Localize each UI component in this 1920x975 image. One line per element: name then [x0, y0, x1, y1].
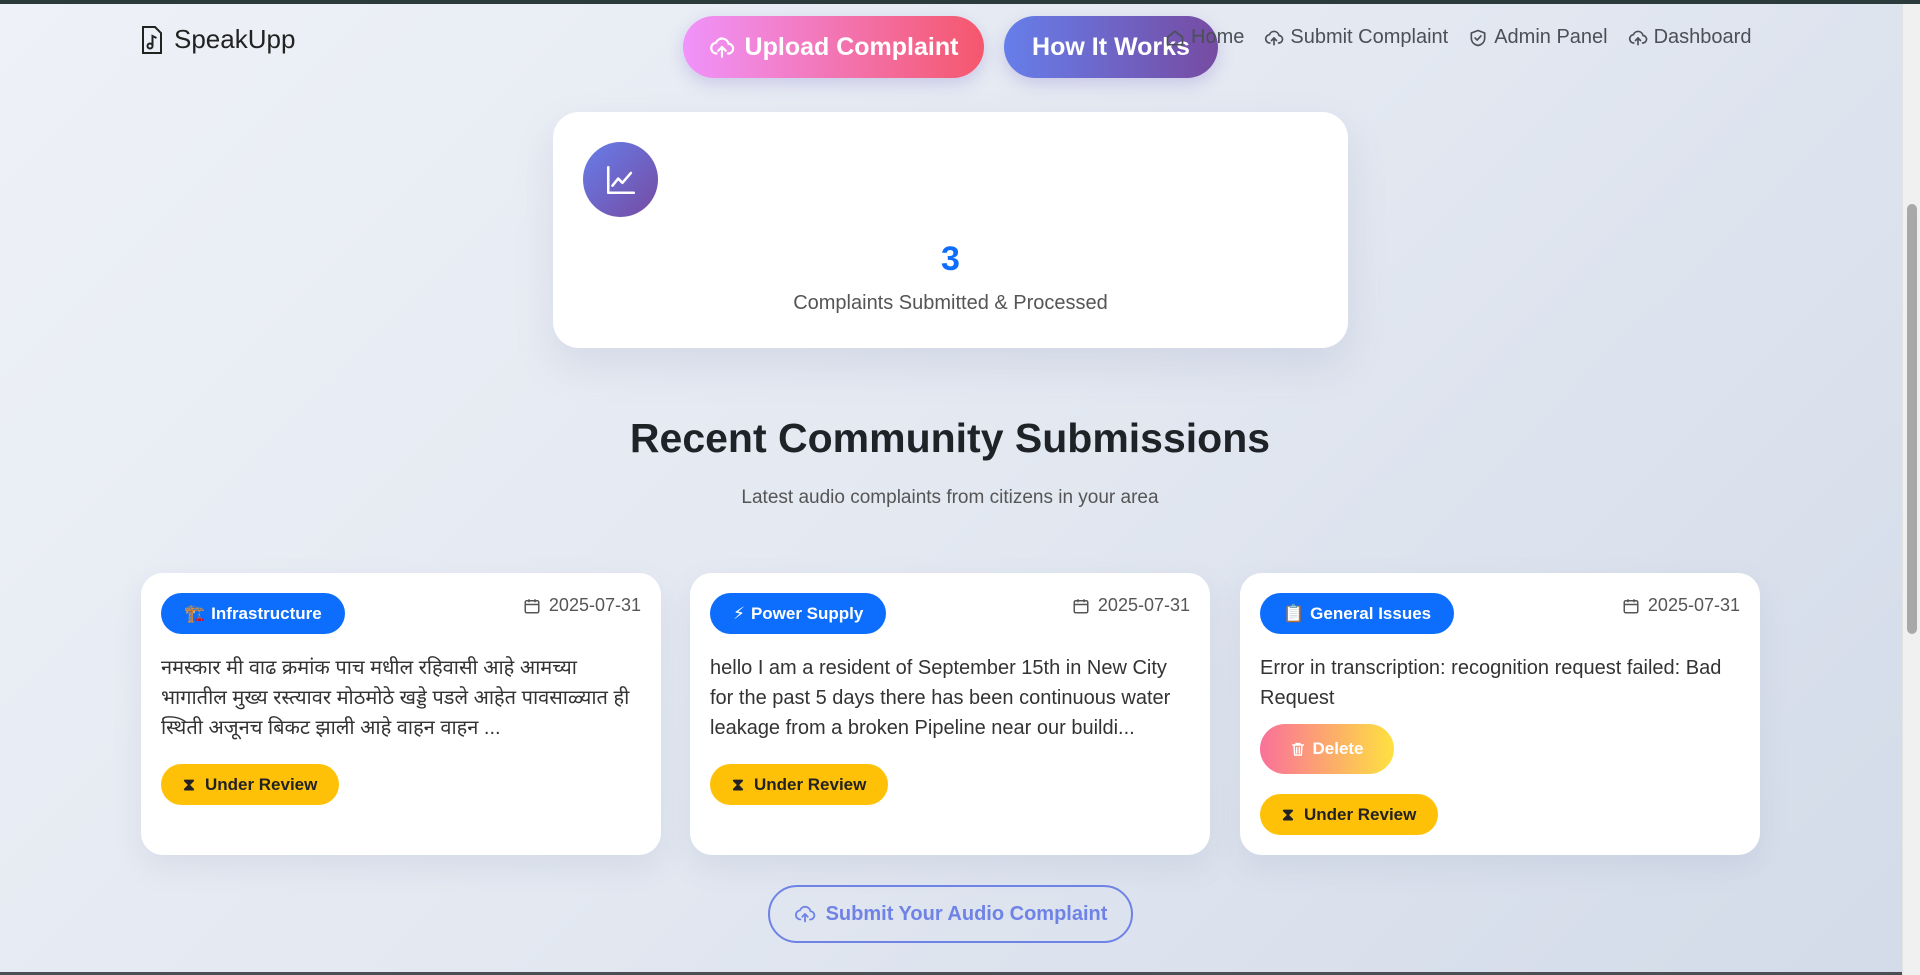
brand-name: SpeakUpp — [174, 24, 296, 54]
hourglass-icon: ⧗ — [732, 774, 744, 794]
delete-button[interactable]: Delete — [1260, 724, 1394, 774]
music-file-icon — [142, 25, 162, 54]
status-badge: ⧗ Under Review — [1260, 794, 1439, 835]
submit-audio-complaint-button[interactable]: Submit Your Audio Complaint — [768, 885, 1133, 943]
submission-date: 2025-07-31 — [1072, 595, 1190, 616]
scrollbar-thumb[interactable] — [1907, 204, 1917, 634]
nav-item-label: Admin Panel — [1494, 26, 1608, 48]
cloud-upload-icon — [1628, 30, 1647, 46]
date-text: 2025-07-31 — [1647, 595, 1740, 615]
clipboard-icon: 📋 — [1283, 603, 1305, 623]
cloud-upload-icon — [709, 37, 734, 58]
status-badge: ⧗ Under Review — [710, 764, 889, 805]
complaint-transcript: hello I am a resident of September 15th … — [710, 657, 1171, 739]
complaint-transcript: नमस्कार मी वाढ क्रमांक पाच मधील रहिवासी … — [161, 657, 630, 739]
category-label: General Issues — [1310, 603, 1432, 623]
submission-card[interactable]: 📋 General Issues 2025-07-31 Error in tra… — [1240, 573, 1760, 855]
submit-audio-complaint-label: Submit Your Audio Complaint — [825, 902, 1108, 925]
calendar-icon — [1073, 598, 1089, 613]
nav-item-label: Home — [1191, 26, 1245, 48]
complaints-count: 3 — [941, 240, 960, 278]
status-badge: ⧗ Under Review — [161, 764, 340, 805]
nav-item-label: Dashboard — [1653, 26, 1752, 48]
hourglass-icon: ⧗ — [183, 774, 195, 794]
brand-logo[interactable]: SpeakUpp — [140, 24, 295, 55]
status-label: Under Review — [1303, 804, 1417, 824]
complaints-count-label: Complaints Submitted & Processed — [793, 292, 1108, 314]
stats-card: 3 Complaints Submitted & Processed — [553, 112, 1348, 348]
upload-complaint-button[interactable]: Upload Complaint — [683, 16, 984, 78]
calendar-icon — [1623, 598, 1639, 613]
construction-icon: 🏗️ — [184, 603, 206, 623]
category-badge: 🏗️ Infrastructure — [161, 593, 345, 634]
hourglass-icon: ⧗ — [1282, 804, 1294, 824]
main-nav: Home Submit Complaint Admin Panel Dashbo… — [1165, 26, 1771, 49]
shield-check-icon — [1470, 29, 1486, 46]
category-label: Power Supply — [750, 603, 864, 623]
page-scrollbar[interactable] — [1902, 4, 1920, 975]
section-title: Recent Community Submissions — [629, 415, 1271, 461]
trash-icon — [1292, 742, 1305, 756]
stats-icon-circle — [583, 142, 658, 217]
window-top-border — [0, 0, 1920, 4]
date-text: 2025-07-31 — [548, 595, 641, 615]
nav-item-admin-panel[interactable]: Admin Panel — [1468, 26, 1608, 49]
lightning-icon: ⚡ — [733, 603, 745, 623]
home-icon — [1166, 30, 1184, 46]
section-subtitle: Latest audio complaints from citizens in… — [741, 487, 1159, 508]
status-label: Under Review — [753, 774, 867, 794]
delete-label: Delete — [1312, 739, 1364, 758]
complaint-transcript: Error in transcription: recognition requ… — [1260, 657, 1722, 709]
nav-item-home[interactable]: Home — [1165, 26, 1244, 49]
submission-date: 2025-07-31 — [1622, 595, 1740, 616]
category-badge: ⚡ Power Supply — [710, 593, 887, 634]
upload-complaint-label: Upload Complaint — [744, 32, 959, 61]
category-label: Infrastructure — [211, 603, 322, 623]
line-chart-icon — [606, 165, 635, 194]
cloud-upload-icon — [1265, 30, 1284, 46]
submission-card[interactable]: 🏗️ Infrastructure 2025-07-31 नमस्कार मी … — [141, 573, 661, 855]
cloud-upload-icon — [794, 905, 815, 923]
calendar-icon — [524, 598, 540, 613]
status-label: Under Review — [204, 774, 318, 794]
submission-date: 2025-07-31 — [523, 595, 641, 616]
date-text: 2025-07-31 — [1097, 595, 1190, 615]
nav-item-dashboard[interactable]: Dashboard — [1628, 26, 1752, 49]
nav-item-submit-complaint[interactable]: Submit Complaint — [1264, 26, 1448, 49]
category-badge: 📋 General Issues — [1260, 593, 1455, 634]
submission-card[interactable]: ⚡ Power Supply 2025-07-31 hello I am a r… — [690, 573, 1210, 855]
nav-item-label: Submit Complaint — [1290, 26, 1449, 48]
